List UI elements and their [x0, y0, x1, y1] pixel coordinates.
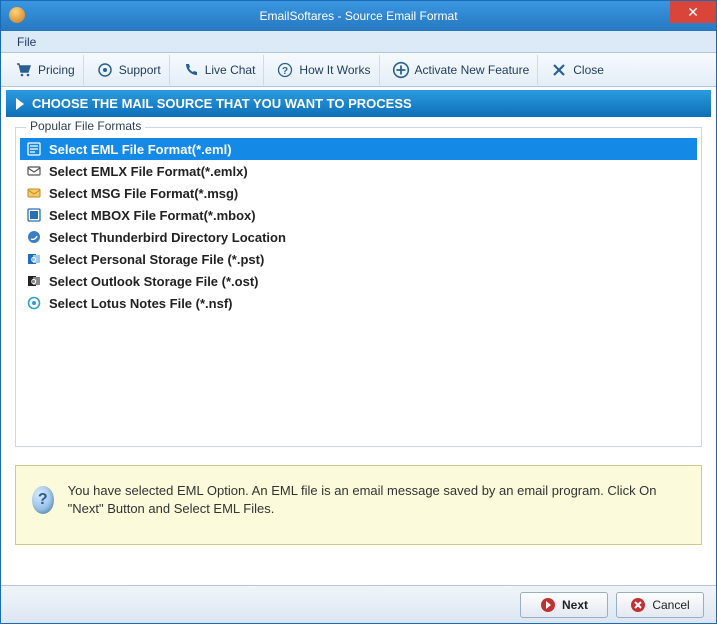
thunderbird-icon	[26, 229, 42, 245]
toolbar-label: Close	[573, 63, 604, 77]
section-title: CHOOSE THE MAIL SOURCE THAT YOU WANT TO …	[32, 96, 412, 111]
window-title: EmailSoftares - Source Email Format	[259, 9, 457, 23]
content-area: Popular File Formats Select EML File For…	[1, 117, 716, 585]
format-item-thunderbird[interactable]: Select Thunderbird Directory Location	[20, 226, 697, 248]
question-icon: ?	[276, 61, 294, 79]
file-msg-icon	[26, 185, 42, 201]
format-item-label: Select MBOX File Format(*.mbox)	[49, 208, 256, 223]
format-item-label: Select MSG File Format(*.msg)	[49, 186, 238, 201]
next-button[interactable]: Next	[520, 592, 608, 618]
file-mbox-icon	[26, 207, 42, 223]
close-icon: ✕	[687, 4, 699, 21]
toolbar-label: How It Works	[299, 63, 370, 77]
toolbar-pricing[interactable]: Pricing	[7, 55, 84, 85]
toolbar-support[interactable]: Support	[88, 55, 170, 85]
format-list: Select EML File Format(*.eml) Select EMLX…	[20, 138, 697, 314]
outlook-pst-icon: O	[26, 251, 42, 267]
footer: Next Cancel	[1, 585, 716, 623]
format-item-lotus-notes[interactable]: Select Lotus Notes File (*.nsf)	[20, 292, 697, 314]
arrow-right-circle-icon	[540, 597, 556, 613]
toolbar-how-it-works[interactable]: ? How It Works	[268, 55, 379, 85]
toolbar: Pricing Support Live Chat ? How It Works…	[1, 53, 716, 87]
format-item-outlook-pst[interactable]: O Select Personal Storage File (*.pst)	[20, 248, 697, 270]
app-window: EmailSoftares - Source Email Format ✕ Fi…	[0, 0, 717, 624]
plus-circle-icon	[392, 61, 410, 79]
format-item-file-eml[interactable]: Select EML File Format(*.eml)	[20, 138, 697, 160]
phone-icon	[182, 61, 200, 79]
section-header: CHOOSE THE MAIL SOURCE THAT YOU WANT TO …	[6, 90, 711, 117]
toolbar-close[interactable]: Close	[542, 55, 612, 85]
format-item-label: Select EML File Format(*.eml)	[49, 142, 232, 157]
toolbar-activate[interactable]: Activate New Feature	[384, 55, 539, 85]
file-emlx-icon	[26, 163, 42, 179]
cancel-button[interactable]: Cancel	[616, 592, 704, 618]
svg-text:O: O	[31, 257, 37, 264]
format-item-file-emlx[interactable]: Select EMLX File Format(*.emlx)	[20, 160, 697, 182]
format-item-label: Select Outlook Storage File (*.ost)	[49, 274, 258, 289]
toolbar-label: Support	[119, 63, 161, 77]
info-panel: ? You have selected EML Option. An EML f…	[15, 465, 702, 545]
x-icon	[550, 61, 568, 79]
format-item-label: Select EMLX File Format(*.emlx)	[49, 164, 248, 179]
groupbox-title: Popular File Formats	[26, 119, 145, 133]
format-item-file-mbox[interactable]: Select MBOX File Format(*.mbox)	[20, 204, 697, 226]
headset-icon	[96, 61, 114, 79]
cancel-circle-icon	[630, 597, 646, 613]
outlook-ost-icon: O	[26, 273, 42, 289]
format-item-label: Select Lotus Notes File (*.nsf)	[49, 296, 232, 311]
toolbar-label: Pricing	[38, 63, 75, 77]
arrow-right-icon	[16, 98, 24, 110]
window-close-button[interactable]: ✕	[670, 1, 716, 23]
app-icon	[9, 7, 25, 23]
format-item-file-msg[interactable]: Select MSG File Format(*.msg)	[20, 182, 697, 204]
toolbar-live-chat[interactable]: Live Chat	[174, 55, 265, 85]
button-label: Cancel	[652, 598, 689, 612]
file-eml-icon	[26, 141, 42, 157]
menu-file[interactable]: File	[9, 33, 44, 51]
format-item-label: Select Personal Storage File (*.pst)	[49, 252, 264, 267]
menubar: File	[1, 31, 716, 53]
toolbar-label: Live Chat	[205, 63, 256, 77]
format-item-label: Select Thunderbird Directory Location	[49, 230, 286, 245]
formats-groupbox: Popular File Formats Select EML File For…	[15, 127, 702, 447]
info-icon: ?	[32, 486, 54, 514]
toolbar-label: Activate New Feature	[415, 63, 530, 77]
svg-text:?: ?	[282, 66, 288, 77]
svg-text:O: O	[31, 279, 37, 286]
button-label: Next	[562, 598, 588, 612]
format-item-outlook-ost[interactable]: O Select Outlook Storage File (*.ost)	[20, 270, 697, 292]
info-text: You have selected EML Option. An EML fil…	[68, 480, 685, 518]
titlebar: EmailSoftares - Source Email Format ✕	[1, 1, 716, 31]
cart-icon	[15, 61, 33, 79]
lotus-notes-icon	[26, 295, 42, 311]
